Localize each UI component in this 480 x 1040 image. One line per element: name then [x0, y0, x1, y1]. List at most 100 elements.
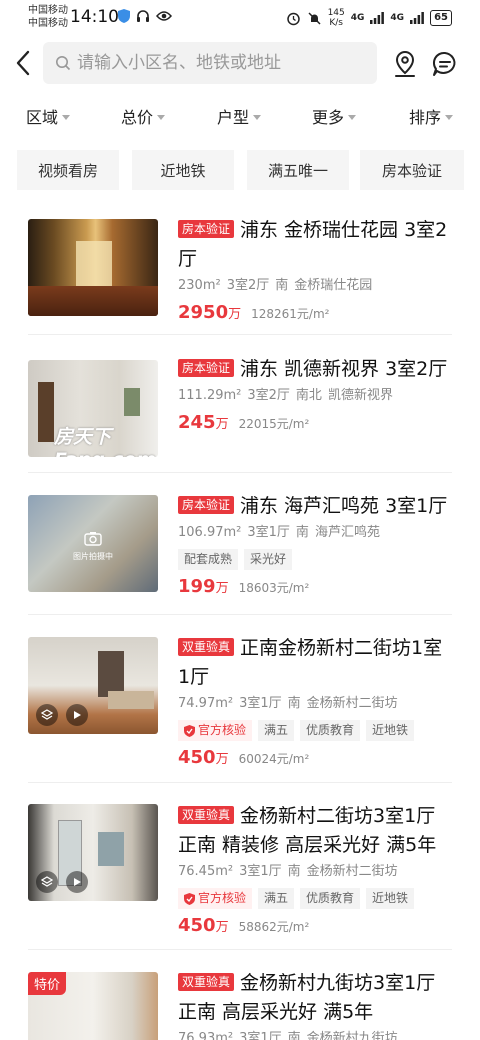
unit-price: 60024元/m²	[238, 752, 310, 766]
list-item[interactable]: 特价 双重验真 金杨新村九街坊3室1厅 正南 高层采光好 满5年 76.93m² 3…	[28, 950, 452, 1040]
search-icon	[56, 56, 71, 71]
feature-chip: 采光好	[244, 549, 293, 570]
listing-meta: 76.93m² 3室1厅南金杨新村九街坊	[178, 1031, 398, 1040]
price-line: 199万 18603元/m²	[178, 576, 454, 597]
list-item[interactable]: 房本验证 浦东 金桥瑞仕花园 3室2厅 230m² 3室2厅南金桥瑞仕花园 2950…	[28, 200, 452, 335]
listing-meta: 76.45m² 3室1厅南金杨新村二街坊	[178, 864, 398, 879]
feature-chips: 配套成熟 采光好	[178, 549, 454, 570]
mute-icon	[308, 11, 321, 25]
listing-title: 双重验真 金杨新村九街坊3室1厅 正南 高层采光好 满5年	[178, 972, 436, 1023]
caret-down-icon	[253, 114, 262, 120]
tag-video-viewing[interactable]: 视频看房	[17, 150, 119, 190]
back-arrow-icon[interactable]	[12, 48, 36, 78]
camera-icon	[84, 532, 102, 546]
filter-more[interactable]: 更多	[312, 104, 357, 128]
listing-photo: 特价	[28, 972, 158, 1040]
carrier-1: 中国移动	[28, 5, 68, 16]
tag-five-years-only[interactable]: 满五唯一	[247, 150, 349, 190]
caret-down-icon	[445, 114, 454, 120]
carrier-info: 中国移动 中国移动	[28, 4, 68, 30]
total-price: 2950万	[178, 302, 242, 323]
listing-photo	[28, 637, 158, 734]
caret-down-icon	[62, 114, 71, 120]
filter-sort[interactable]: 排序	[409, 104, 454, 128]
feature-chips: 官方核验 满五 优质教育 近地铁	[178, 720, 454, 741]
quick-tags: 视频看房 近地铁 满五唯一 房本验证	[0, 150, 480, 190]
battery-indicator: 65	[430, 10, 452, 26]
listing-info: 双重验真 金杨新村九街坊3室1厅 正南 高层采光好 满5年 76.93m² 3室1厅…	[178, 969, 454, 1040]
clock: 14:10	[70, 7, 119, 27]
listing-photo: 房天下 Fang.com	[28, 360, 158, 457]
listing-title: 房本验证 浦东 金桥瑞仕花园 3室2厅	[178, 219, 448, 270]
shield-check-icon	[184, 724, 195, 737]
special-price-tag: 特价	[28, 972, 67, 995]
listing-meta: 74.97m² 3室1厅南金杨新村二街坊	[178, 696, 398, 711]
list-item[interactable]: 房天下 Fang.com 房本验证浦东 凯德新视界 3室2厅 111.29m²3…	[28, 335, 452, 473]
listing-info: 房本验证 浦东 海芦汇鸣苑 3室1厅 106.97m² 3室1厅南海芦汇鸣苑 配套成…	[178, 492, 454, 597]
play-video-icon[interactable]	[66, 871, 88, 893]
unit-price: 128261元/m²	[251, 307, 330, 321]
official-verified-chip: 官方核验	[178, 720, 253, 741]
listing-meta: 230m² 3室2厅南金桥瑞仕花园	[178, 278, 373, 293]
list-item[interactable]: 双重验真 金杨新村二街坊3室1厅 正南 精装修 高层采光好 满5年 76.45m²…	[28, 783, 452, 950]
play-video-icon[interactable]	[66, 704, 88, 726]
status-icons-right: 145 K/s 4G 4G 65	[286, 8, 452, 28]
signal-bars-icon	[370, 12, 385, 24]
feature-chip: 配套成熟	[178, 549, 239, 570]
search-bar[interactable]	[43, 42, 377, 84]
official-verified-chip: 官方核验	[178, 888, 253, 909]
search-input[interactable]	[77, 53, 357, 73]
network-speed: 145 K/s	[327, 8, 345, 28]
list-item[interactable]: 双重验真 正南金杨新村二街坊1室1厅 74.97m² 3室1厅南金杨新村二街坊 官方…	[28, 615, 452, 783]
3d-view-icon[interactable]	[36, 871, 58, 893]
signal-4g-1: 4G	[350, 13, 365, 23]
total-price: 450万	[178, 915, 229, 936]
list-item[interactable]: 图片拍摄中 房本验证 浦东 海芦汇鸣苑 3室1厅 106.97m² 3室1厅南海芦汇…	[28, 473, 452, 615]
tag-deed-verified[interactable]: 房本验证	[360, 150, 464, 190]
feature-chip: 满五	[258, 720, 295, 741]
carrier-2: 中国移动	[28, 18, 68, 29]
signal-4g-2: 4G	[390, 13, 405, 23]
filter-region[interactable]: 区域	[26, 104, 71, 128]
price-line: 450万 58862元/m²	[178, 915, 454, 936]
status-bar: 中国移动 中国移动 14:10 145 K/s 4G 4G 65	[0, 0, 480, 36]
listing-title: 房本验证 浦东 凯德新视界 3室2厅	[178, 355, 454, 384]
status-icons-left	[118, 9, 172, 23]
verified-badge: 双重验真	[178, 806, 235, 824]
total-price: 450万	[178, 747, 229, 768]
tag-near-subway[interactable]: 近地铁	[132, 150, 234, 190]
listing-meta: 106.97m² 3室1厅南海芦汇鸣苑	[178, 525, 380, 540]
alarm-icon	[286, 12, 300, 25]
listing-photo: 图片拍摄中	[28, 495, 158, 592]
watermark: 房天下 Fang.com	[54, 426, 156, 457]
price-line: 450万 60024元/m²	[178, 747, 454, 768]
top-header	[0, 40, 480, 88]
filter-layout[interactable]: 户型	[217, 104, 262, 128]
feature-chip: 优质教育	[300, 720, 361, 741]
photo-caption: 图片拍摄中	[73, 552, 113, 561]
listing-info: 房本验证 浦东 凯德新视界 3室2厅 111.29m² 3室2厅 南北 凯德新视界 24…	[178, 355, 454, 433]
caret-down-icon	[348, 114, 357, 120]
verified-badge: 房本验证	[178, 496, 235, 514]
feature-chip: 近地铁	[366, 888, 415, 909]
listing-photo	[28, 804, 158, 901]
listing-title: 双重验真 正南金杨新村二街坊1室1厅	[178, 637, 443, 688]
message-icon[interactable]	[431, 50, 459, 78]
3d-view-icon[interactable]	[36, 704, 58, 726]
filter-bar: 区域 总价 户型 更多 排序	[0, 96, 480, 136]
filter-total-price[interactable]: 总价	[121, 104, 166, 128]
feature-chip: 优质教育	[300, 888, 361, 909]
unit-price: 22015元/m²	[238, 417, 310, 431]
feature-chips: 官方核验 满五 优质教育 近地铁	[178, 888, 454, 909]
feature-chip: 近地铁	[366, 720, 415, 741]
shield-check-icon	[184, 892, 195, 905]
caret-down-icon	[157, 114, 166, 120]
listing-info: 房本验证 浦东 金桥瑞仕花园 3室2厅 230m² 3室2厅南金桥瑞仕花园 2950…	[178, 216, 454, 323]
signal-bars-icon	[410, 12, 424, 24]
unit-price: 18603元/m²	[238, 581, 310, 595]
listing-info: 双重验真 金杨新村二街坊3室1厅 正南 精装修 高层采光好 满5年 76.45m²…	[178, 802, 454, 936]
listing-title: 双重验真 金杨新村二街坊3室1厅 正南 精装修 高层采光好 满5年	[178, 805, 437, 856]
shield-icon	[118, 9, 130, 23]
map-location-icon[interactable]	[391, 49, 419, 79]
listing-info: 双重验真 正南金杨新村二街坊1室1厅 74.97m² 3室1厅南金杨新村二街坊 官方…	[178, 634, 454, 768]
